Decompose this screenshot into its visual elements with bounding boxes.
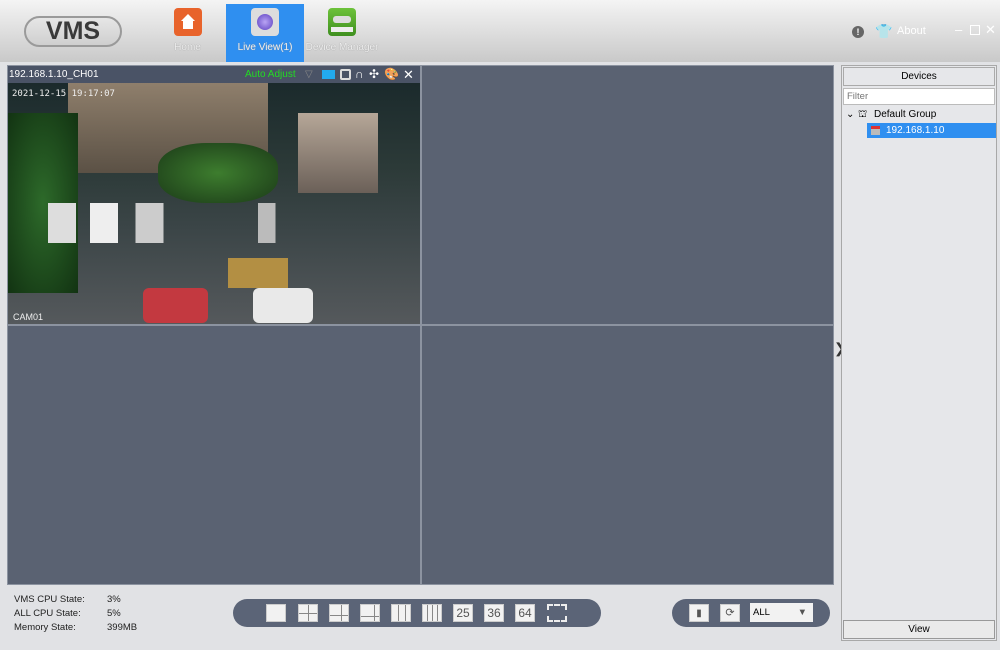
camera-feed: 2021-12-15 19:17:07 CAM01 [8, 83, 420, 324]
video-cell-3[interactable] [7, 325, 421, 585]
vms-logo: VMS [24, 16, 122, 47]
dropdown-arrow-icon: ▼ [797, 607, 807, 618]
tree-group[interactable]: ⌄ ⛫ Default Group [842, 107, 996, 123]
maximize-button[interactable] [970, 25, 980, 35]
skin-shirt-icon[interactable]: 👕 [875, 23, 892, 40]
layout-6-button[interactable] [329, 604, 349, 622]
layout-8-button[interactable] [360, 604, 380, 622]
channel-titlebar: 192.168.1.10_CH01 Auto Adjust ▽ ∩ ✣ 🎨 ✕ [8, 66, 420, 83]
video-grid: 192.168.1.10_CH01 Auto Adjust ▽ ∩ ✣ 🎨 ✕ … [7, 65, 834, 585]
view-button[interactable]: View [843, 620, 995, 639]
snapshot-icon[interactable] [340, 69, 351, 80]
layout-9-button[interactable] [391, 604, 411, 622]
stream-select[interactable]: ALL ▼ [750, 603, 813, 622]
close-button[interactable]: ✕ [985, 22, 996, 38]
audio-icon[interactable]: ∩ [355, 66, 364, 83]
home-icon [173, 8, 202, 36]
layout-64-button[interactable]: 64 [515, 604, 535, 622]
all-cpu-state: ALL CPU State: 5% [14, 608, 121, 619]
devices-panel: Devices ⌄ ⛫ Default Group 192.168.1.10 V… [841, 65, 997, 641]
dropdown-arrow-icon[interactable]: ▽ [305, 66, 313, 83]
video-cell-1[interactable]: 192.168.1.10_CH01 Auto Adjust ▽ ∩ ✣ 🎨 ✕ … [7, 65, 421, 325]
channel-title: 192.168.1.10_CH01 [9, 69, 99, 80]
close-channel-icon[interactable]: ✕ [403, 66, 414, 83]
layout-36-button[interactable]: 36 [484, 604, 504, 622]
expand-chevron-icon[interactable]: ⌄ [846, 107, 854, 123]
video-cell-4[interactable] [421, 325, 834, 585]
layout-toolbar: 25 36 64 [233, 599, 601, 627]
fullscreen-icon[interactable] [547, 604, 567, 622]
filter-input[interactable] [843, 88, 995, 105]
vms-cpu-state: VMS CPU State: 3% [14, 594, 121, 605]
layout-25-button[interactable]: 25 [453, 604, 473, 622]
record-icon[interactable] [322, 70, 335, 79]
devices-header: Devices [843, 67, 995, 86]
device-manager-icon [328, 8, 356, 36]
layout-16-button[interactable] [422, 604, 442, 622]
info-icon[interactable]: ! [852, 26, 864, 38]
camera-device-icon [871, 126, 880, 135]
layout-4-button[interactable] [298, 604, 318, 622]
video-cell-2[interactable] [421, 65, 834, 325]
nav-device-manager[interactable]: Device Manager [304, 4, 380, 62]
group-icon: ⛫ [858, 109, 868, 120]
top-bar: VMS Home Live View(1) Device Manager ! 👕… [0, 0, 1000, 62]
memory-state: Memory State: 399MB [14, 622, 138, 633]
live-view-icon [251, 8, 279, 36]
auto-adjust[interactable]: Auto Adjust [245, 66, 296, 83]
osd-camera-name: CAM01 [13, 312, 44, 322]
nav-home[interactable]: Home [160, 4, 215, 62]
cycle-icon[interactable]: ⟳ [720, 604, 740, 622]
nav-live-view[interactable]: Live View(1) [226, 4, 304, 62]
minimize-button[interactable]: – [955, 22, 962, 37]
tree-device[interactable]: 192.168.1.10 [867, 123, 996, 138]
layout-1-button[interactable] [266, 604, 286, 622]
color-adjust-icon[interactable]: 🎨 [384, 66, 399, 83]
ptz-icon[interactable]: ✣ [369, 66, 379, 83]
stream-toolbar: ▮ ⟳ ALL ▼ [672, 599, 830, 627]
save-icon[interactable]: ▮ [689, 604, 709, 622]
osd-timestamp: 2021-12-15 19:17:07 [12, 89, 115, 99]
about-link[interactable]: About [897, 25, 926, 37]
